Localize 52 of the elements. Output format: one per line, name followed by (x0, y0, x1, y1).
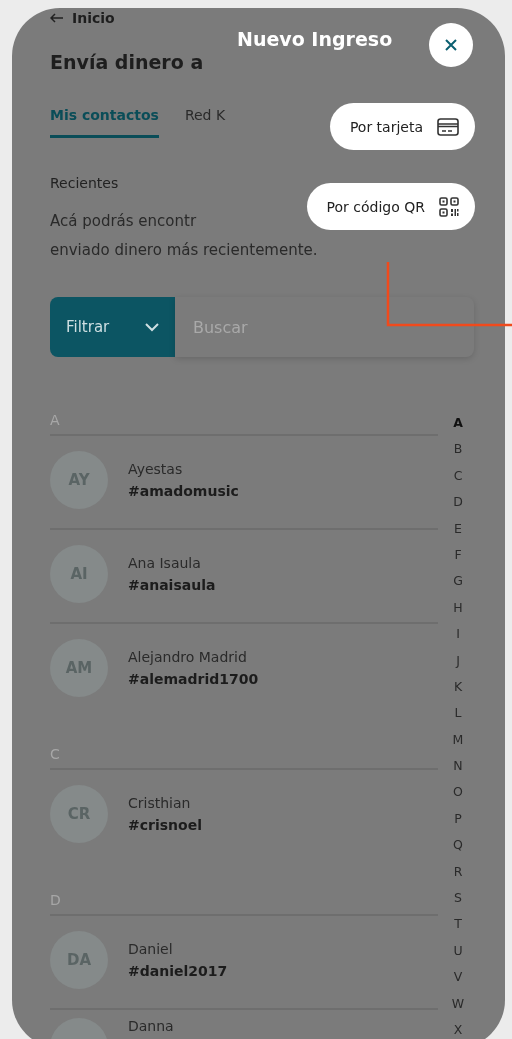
close-icon (444, 38, 458, 52)
contact-item[interactable]: Danna (50, 1010, 438, 1039)
alphabet-index-letter[interactable]: V (453, 964, 463, 991)
page-title: Envía dinero a (50, 51, 204, 73)
contact-handle: #alemadrid1700 (128, 671, 259, 687)
back-link[interactable]: Inicio (50, 8, 115, 28)
alphabet-index-letter[interactable]: G (453, 568, 463, 595)
alphabet-index-letter[interactable]: E (454, 515, 462, 542)
tab[interactable]: Mis contactos (50, 107, 159, 138)
contact-name: Cristhian (128, 795, 192, 811)
alphabet-index-letter[interactable]: I (456, 621, 460, 648)
alphabet-index-letter[interactable]: B (453, 436, 463, 463)
contact-name: Danna (128, 1018, 174, 1034)
alphabet-index-letter[interactable]: D (453, 489, 463, 516)
contact-handle: #amadomusic (128, 483, 239, 499)
overlay-title: Nuevo Ingreso (237, 28, 393, 50)
alphabet-index-letter[interactable]: S (454, 885, 462, 912)
alphabet-index-letter[interactable]: W (451, 990, 465, 1017)
alphabet-index-letter[interactable]: H (453, 594, 463, 622)
alphabet-index-letter[interactable]: O (453, 779, 463, 806)
contact-handle: #anaisaula (128, 577, 216, 593)
alphabet-index-letter[interactable]: A (453, 410, 463, 437)
alphabet-index-letter[interactable]: C (453, 462, 463, 490)
option-button[interactable]: Por código QR (306, 183, 475, 230)
description-text: Acá podrás encontr (50, 211, 197, 232)
alphabet-index-letter[interactable]: Q (453, 832, 463, 859)
alphabet-index-letter[interactable]: R (453, 858, 463, 886)
contact-name: Alejandro Madrid (128, 649, 248, 665)
contact-name: Daniel (128, 941, 174, 957)
contact-handle: #crisnoel (128, 817, 202, 833)
alphabet-index-letter[interactable]: J (456, 647, 460, 674)
credit-card-icon (437, 117, 459, 136)
contact-name: Ana Isaula (128, 555, 202, 571)
description-text: enviado dinero más recientemente. (50, 240, 318, 261)
alphabet-index-letter[interactable]: P (454, 805, 462, 833)
tab[interactable]: Red K (184, 107, 226, 138)
contact-handle: #daniel2017 (128, 963, 228, 979)
alphabet-index-letter[interactable]: N (453, 753, 463, 780)
alphabet-index-letter[interactable]: L (454, 700, 462, 727)
filter-dropdown[interactable]: Filtrar (50, 297, 175, 357)
alphabet-index-letter[interactable]: T (454, 911, 462, 938)
alphabet-index-letter[interactable]: K (453, 673, 463, 701)
alphabet-index-letter[interactable]: F (454, 541, 462, 569)
chevron-down-icon (145, 322, 159, 332)
contact-name: Ayestas (128, 461, 184, 477)
qr-code-icon (439, 196, 459, 217)
option-button[interactable]: Por tarjeta (329, 103, 475, 150)
alphabet-index-letter[interactable]: X (453, 1017, 463, 1039)
back-arrow-icon (50, 13, 64, 23)
alphabet-index-letter[interactable]: M (452, 726, 464, 754)
alphabet-index-letter[interactable]: U (453, 937, 463, 965)
section-heading: Recientes (50, 175, 119, 191)
